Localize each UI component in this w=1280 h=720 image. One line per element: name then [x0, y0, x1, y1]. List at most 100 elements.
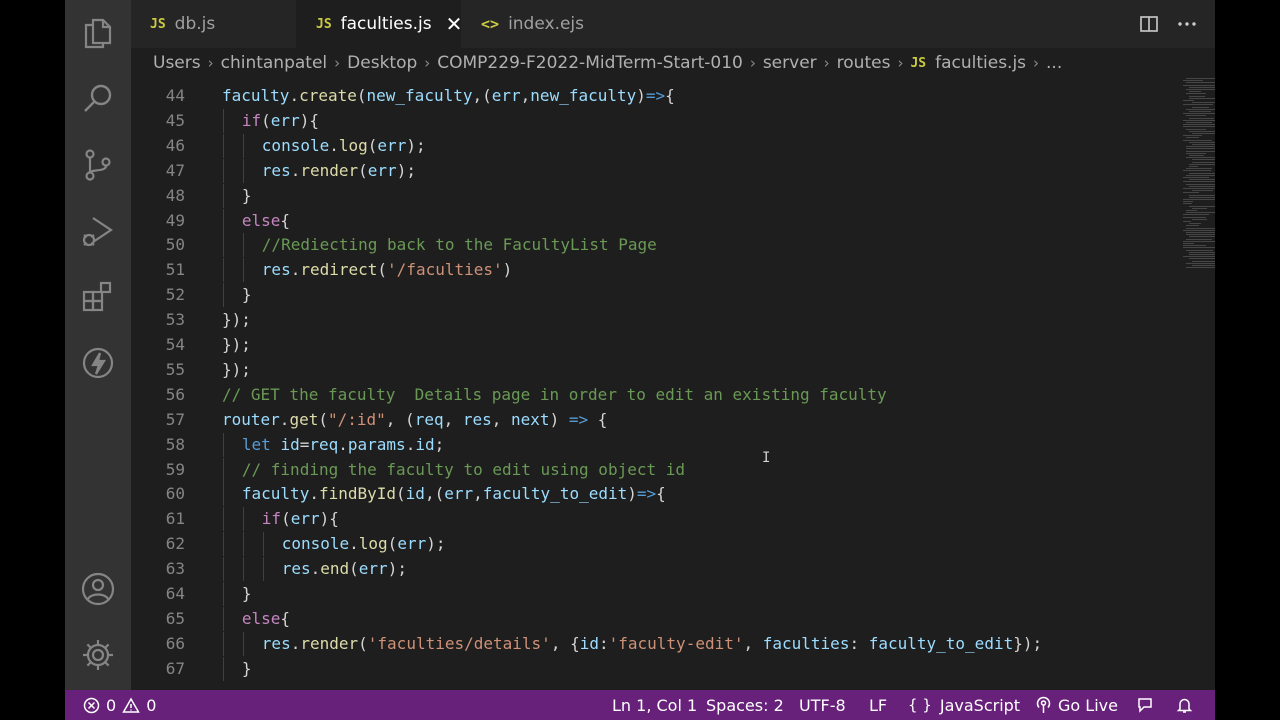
code-line[interactable]: 47 res.render(err);: [131, 158, 1181, 183]
close-icon[interactable]: ✕: [446, 12, 463, 36]
code-text: console.log(err);: [281, 534, 446, 554]
notifications-bell-icon[interactable]: [1176, 690, 1193, 720]
breadcrumb-item[interactable]: ...: [1046, 53, 1062, 73]
minimap-line: [1186, 82, 1215, 84]
minimap-line: [1192, 133, 1215, 134]
minimap[interactable]: [1181, 78, 1215, 690]
minimap-line: [1192, 207, 1208, 209]
minimap-line: [1186, 122, 1212, 123]
encoding[interactable]: UTF-8: [799, 690, 846, 720]
chevron-right-icon: ›: [207, 54, 214, 72]
minimap-line: [1186, 148, 1215, 150]
breadcrumb-item[interactable]: chintanpatel: [221, 53, 328, 73]
code-line[interactable]: 56 // GET the faculty Details page in ord…: [131, 383, 1181, 407]
chevron-right-icon: ›: [334, 54, 341, 72]
minimap-line: [1192, 190, 1214, 192]
indent-guide: [223, 108, 224, 133]
code-text: router.get("/:id", (req, res, next) => {: [222, 409, 608, 429]
code-line[interactable]: 62 console.log(err);: [131, 532, 1181, 557]
minimap-line: [1186, 210, 1197, 211]
code-line[interactable]: 67}: [131, 656, 1181, 681]
code-editor[interactable]: 44 faculty.create(new_faculty,(err,new_fa…: [131, 78, 1215, 690]
indentation[interactable]: Spaces: 2: [706, 690, 784, 720]
minimap-line: [1183, 199, 1215, 200]
code-text: faculty.create(new_faculty,(err,new_facu…: [222, 86, 675, 105]
run-debug-icon[interactable]: [78, 211, 118, 251]
account-icon[interactable]: [78, 569, 118, 609]
files-icon[interactable]: [78, 13, 118, 53]
minimap-line: [1186, 234, 1215, 236]
tab-index-ejs[interactable]: <> index.ejs: [461, 0, 626, 48]
code-text: });: [222, 310, 251, 330]
breadcrumb-item[interactable]: faculties.js: [935, 53, 1026, 73]
code-line[interactable]: 55});: [131, 358, 1181, 382]
code-line[interactable]: 59 // finding the faculty to edit using o…: [131, 457, 1181, 482]
tab-faculties-js[interactable]: JS faculties.js ✕: [296, 0, 463, 48]
indent-guide: [262, 557, 264, 582]
code-line[interactable]: 45 if(err){: [131, 108, 1181, 133]
code-line[interactable]: 63 res.end(err);: [131, 557, 1181, 582]
source-control-icon[interactable]: [78, 145, 118, 185]
code-text: else{: [241, 608, 291, 628]
minimap-line: [1189, 166, 1199, 167]
tab-db-js[interactable]: JS db.js: [131, 0, 296, 48]
lightning-icon[interactable]: [78, 343, 118, 383]
end-of-line[interactable]: LF: [869, 690, 887, 720]
line-number: 57: [165, 409, 185, 429]
line-number: 59: [165, 459, 185, 479]
line-number: 47: [165, 160, 185, 180]
problems-indicator[interactable]: 0 0: [83, 690, 156, 720]
code-line[interactable]: 52}: [131, 283, 1181, 308]
code-line[interactable]: 54});: [131, 333, 1181, 357]
code-text: faculty.findById(id,(err,faculty_to_edit…: [241, 484, 666, 504]
minimap-line: [1189, 251, 1215, 253]
code-line[interactable]: 60 faculty.findById(id,(err,faculty_to_ed…: [131, 482, 1181, 507]
breadcrumb-item[interactable]: Desktop: [347, 53, 417, 73]
code-line[interactable]: 64}: [131, 582, 1181, 606]
code-line[interactable]: 61 if(err){: [131, 507, 1181, 532]
extensions-icon[interactable]: [78, 277, 118, 317]
breadcrumb-item[interactable]: routes: [837, 53, 891, 73]
search-icon[interactable]: [78, 79, 118, 119]
minimap-line: [1189, 130, 1215, 132]
more-actions-icon[interactable]: [1177, 14, 1197, 34]
line-number: 53: [165, 310, 185, 330]
cursor-position[interactable]: Ln 1, Col 1: [612, 690, 697, 720]
code-line[interactable]: 65 else{: [131, 606, 1181, 631]
code-line[interactable]: 57 router.get("/:id", (req, res, next) =>…: [131, 408, 1181, 432]
vscode-window: JS db.js JS faculties.js ✕ <> index.ejs …: [65, 0, 1215, 720]
minimap-line: [1192, 218, 1207, 220]
code-line[interactable]: 49 else{: [131, 208, 1181, 233]
code-line[interactable]: 66 res.render('faculties/details', {id:'f…: [131, 631, 1181, 656]
code-line[interactable]: 51 res.redirect('/faculties'): [131, 258, 1181, 283]
indent-guide: [223, 606, 224, 631]
code-text: else{: [241, 210, 291, 230]
breadcrumb-item[interactable]: COMP229-F2022-MidTerm-Start-010: [437, 53, 743, 73]
code-line[interactable]: 46 console.log(err);: [131, 133, 1181, 158]
language-mode[interactable]: { } JavaScript: [908, 690, 1020, 720]
editor-actions: [1139, 0, 1215, 48]
split-editor-icon[interactable]: [1139, 14, 1159, 34]
minimap-line: [1189, 196, 1215, 198]
minimap-line: [1186, 146, 1215, 148]
feedback-icon[interactable]: [1136, 690, 1154, 720]
tab-label: index.ejs: [508, 14, 585, 34]
minimap-line: [1183, 135, 1203, 137]
breadcrumb-item[interactable]: Users: [153, 53, 201, 73]
code-line[interactable]: 58 let id=req.params.id;: [131, 432, 1181, 457]
code-line[interactable]: 50 //Rediecting back to the FacultyList P…: [131, 233, 1181, 258]
chevron-right-icon: ›: [1033, 54, 1040, 72]
minimap-line: [1189, 141, 1215, 143]
gear-icon[interactable]: [78, 635, 118, 675]
breadcrumb-item[interactable]: server: [763, 53, 817, 73]
code-line[interactable]: 53});: [131, 308, 1181, 332]
code-line[interactable]: 44 faculty.create(new_faculty,(err,new_fa…: [131, 84, 1181, 108]
minimap-line: [1186, 93, 1206, 95]
line-number: 63: [165, 559, 185, 579]
code-text: });: [222, 359, 251, 379]
line-number: 67: [165, 658, 185, 678]
go-live-button[interactable]: Go Live: [1035, 690, 1118, 720]
tab-bar: JS db.js JS faculties.js ✕ <> index.ejs: [131, 0, 1215, 48]
minimap-line: [1183, 240, 1215, 242]
code-line[interactable]: 48}: [131, 183, 1181, 208]
